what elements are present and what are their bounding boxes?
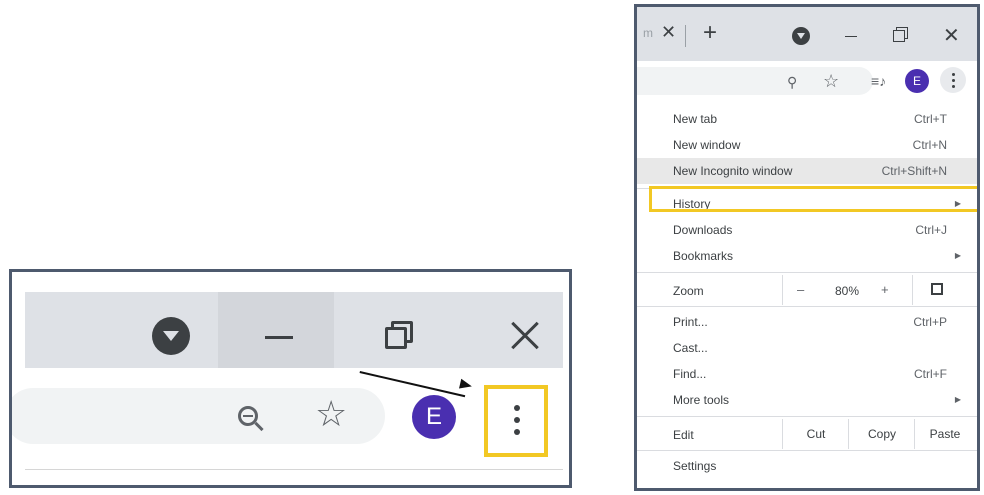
- menu-item-bookmarks[interactable]: Bookmarks ▶: [637, 243, 977, 269]
- new-tab-icon[interactable]: +: [703, 19, 717, 47]
- zoom-out-icon[interactable]: [238, 406, 264, 432]
- avatar[interactable]: E: [412, 395, 456, 439]
- menu-item-find[interactable]: Find... Ctrl+F: [637, 361, 977, 387]
- menu-item-more-tools[interactable]: More tools ▶: [637, 387, 977, 413]
- menu-edit-row: Edit Cut Copy Paste: [637, 419, 977, 449]
- menu-separator: [637, 306, 977, 307]
- submenu-arrow-icon: ▶: [954, 251, 961, 260]
- tab-search-icon[interactable]: [152, 317, 190, 355]
- more-vert-icon[interactable]: [940, 67, 966, 93]
- restore-icon[interactable]: [385, 321, 415, 351]
- minimize-icon[interactable]: [845, 36, 857, 37]
- menu-item-print[interactable]: Print... Ctrl+P: [637, 309, 977, 335]
- menu-zoom-row: Zoom – 80% +: [637, 275, 977, 305]
- tab-close-icon[interactable]: ✕: [661, 22, 676, 43]
- close-icon[interactable]: ✕: [943, 23, 960, 48]
- star-icon[interactable]: ☆: [315, 396, 347, 432]
- paste-button[interactable]: Paste: [914, 419, 975, 449]
- close-icon[interactable]: [507, 321, 543, 350]
- cut-button[interactable]: Cut: [782, 419, 849, 449]
- fullscreen-icon[interactable]: [931, 283, 943, 295]
- menu-item-new-tab[interactable]: New tab Ctrl+T: [637, 106, 977, 132]
- chrome-menu: New tab Ctrl+T New window Ctrl+N New Inc…: [637, 101, 977, 488]
- minimize-hover-area: [218, 292, 334, 368]
- more-vert-icon[interactable]: [484, 385, 548, 457]
- menu-item-cast[interactable]: Cast...: [637, 335, 977, 361]
- menu-item-new-incognito-window[interactable]: New Incognito window Ctrl+Shift+N: [637, 158, 977, 184]
- menu-item-new-window[interactable]: New window Ctrl+N: [637, 132, 977, 158]
- browser-menu-panel: m ✕ + ✕ ⚲ ☆ ≡♪ E New tab Ctrl+T New wind…: [634, 4, 980, 491]
- menu-item-settings[interactable]: Settings: [637, 453, 977, 479]
- tab-separator: [685, 25, 686, 47]
- divider: [25, 469, 563, 470]
- restore-icon[interactable]: [893, 27, 908, 42]
- zoom-minus-button[interactable]: –: [797, 282, 804, 297]
- menu-separator: [637, 416, 977, 417]
- tab-search-icon[interactable]: [792, 27, 810, 45]
- zoom-plus-button[interactable]: +: [881, 282, 889, 297]
- menu-item-downloads[interactable]: Downloads Ctrl+J: [637, 217, 977, 243]
- menu-separator: [637, 272, 977, 273]
- minimize-icon[interactable]: [265, 336, 293, 339]
- menu-separator: [637, 450, 977, 451]
- title-bar: m ✕ + ✕: [637, 7, 977, 61]
- avatar[interactable]: E: [905, 69, 929, 93]
- star-icon[interactable]: ☆: [823, 71, 839, 92]
- toolbar: ⚲ ☆ ≡♪ E: [637, 61, 977, 101]
- copy-button[interactable]: Copy: [848, 419, 915, 449]
- submenu-arrow-icon: ▶: [954, 395, 961, 404]
- media-control-icon[interactable]: ≡♪: [871, 73, 886, 89]
- toolbar: ☆ E: [12, 368, 563, 457]
- tab-edge-text: m: [643, 26, 653, 40]
- title-bar: [25, 292, 563, 368]
- history-highlight-box: [649, 186, 977, 212]
- zoom-icon[interactable]: ⚲: [787, 74, 797, 91]
- zoom-level: 80%: [835, 284, 860, 298]
- zoomed-toolbar-panel: ☆ E: [9, 269, 572, 488]
